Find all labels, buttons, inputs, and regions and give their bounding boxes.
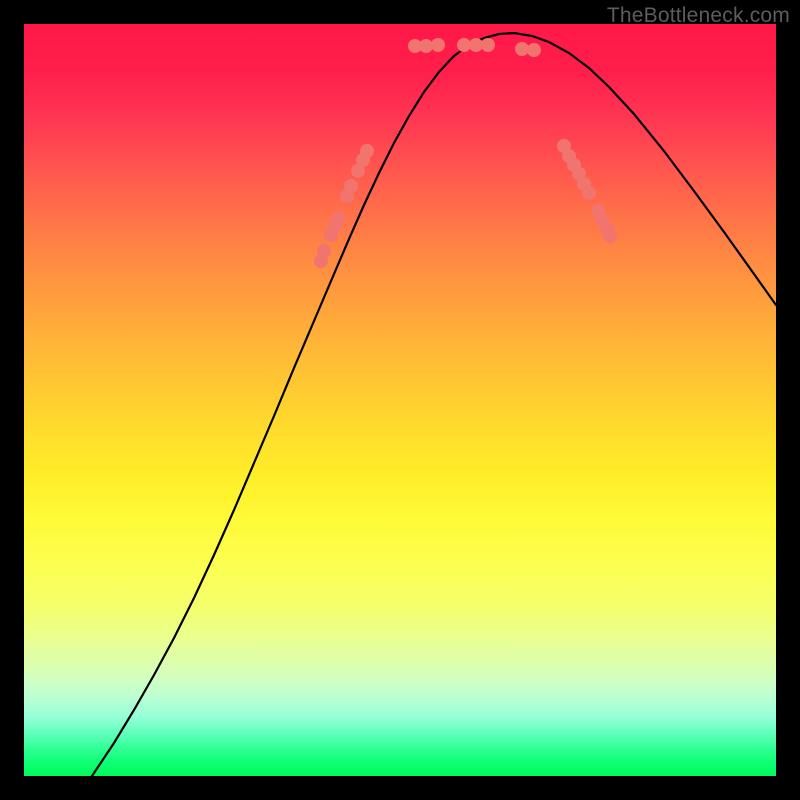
marker-dot	[515, 42, 529, 56]
chart-svg	[24, 24, 776, 776]
marker-dot	[603, 229, 617, 243]
marker-dot	[481, 38, 495, 52]
marker-dot	[360, 144, 374, 158]
chart-plot-area	[24, 24, 776, 776]
marker-dot	[344, 179, 358, 193]
bottleneck-curve	[92, 33, 776, 776]
watermark-text: TheBottleneck.com	[607, 4, 790, 28]
marker-dot	[331, 211, 345, 225]
marker-group	[314, 38, 617, 268]
marker-dot	[469, 38, 483, 52]
marker-dot	[527, 43, 541, 57]
marker-dot	[317, 244, 331, 258]
marker-dot	[582, 186, 596, 200]
marker-dot	[457, 38, 471, 52]
marker-dot	[419, 39, 433, 53]
marker-dot	[431, 38, 445, 52]
